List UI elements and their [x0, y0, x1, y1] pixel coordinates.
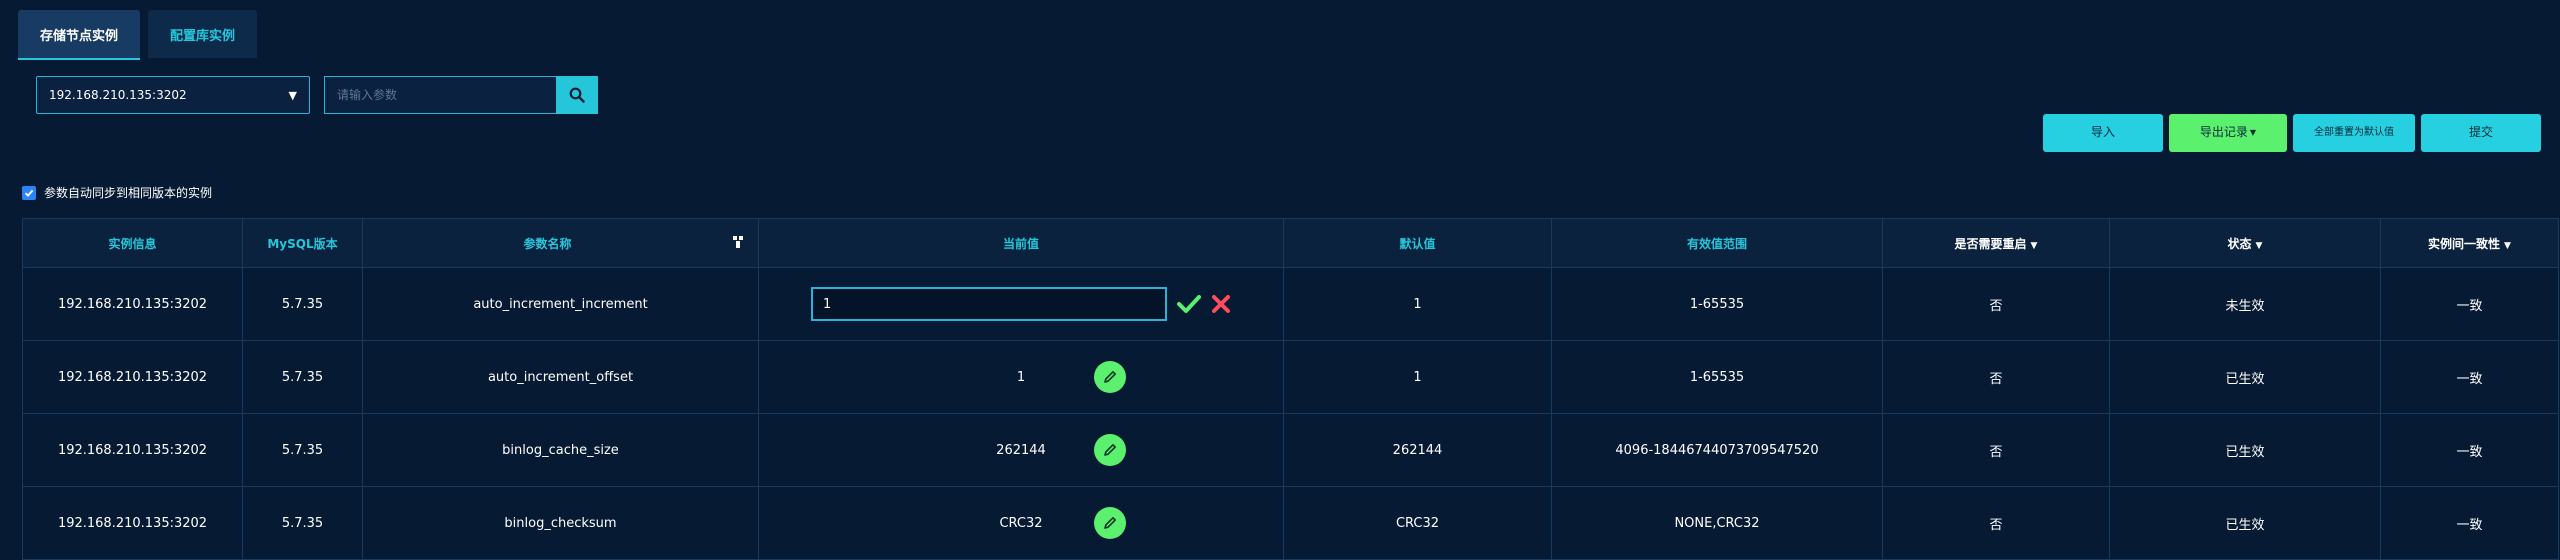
tab-config-db[interactable]: 配置库实例 — [148, 10, 258, 58]
search-button[interactable] — [556, 76, 598, 114]
cell-version: 5.7.35 — [242, 267, 363, 341]
checkbox-checked-icon — [24, 188, 34, 198]
tab-bar: 存储节点实例 配置库实例 — [18, 10, 258, 60]
cell-instance: 192.168.210.135:3202 — [22, 340, 243, 414]
caret-down-icon: ▼ — [2249, 128, 2257, 138]
reset-all-default-button[interactable]: 全部重置为默认值 — [2293, 114, 2415, 152]
col-consistency-label: 实例间一致性 — [2428, 236, 2501, 251]
cell-default-value: 1 — [1283, 267, 1552, 341]
table-row: 192.168.210.135:3202 5.7.35 auto_increme… — [22, 340, 2559, 414]
pencil-icon[interactable] — [1094, 361, 1126, 393]
cell-valid-range: 4096-18446744073709547520 — [1551, 413, 1883, 487]
cell-default-value: 262144 — [1283, 413, 1552, 487]
cell-consistency: 一致 — [2380, 413, 2559, 487]
caret-down-icon: ▼ — [2030, 240, 2038, 251]
export-records-button[interactable]: 导出记录 ▼ — [2169, 114, 2287, 152]
caret-down-icon: ▼ — [2504, 240, 2511, 251]
status-badge: 未生效 — [2109, 267, 2381, 341]
pencil-icon[interactable] — [1094, 434, 1126, 466]
sync-checkbox[interactable] — [22, 185, 36, 200]
tab-storage-nodes[interactable]: 存储节点实例 — [18, 10, 141, 60]
cell-restart: 否 — [1882, 486, 2110, 560]
col-consistency[interactable]: 实例间一致性 ▼ — [2380, 218, 2559, 268]
col-status-label: 状态 — [2227, 236, 2252, 251]
status-badge: 已生效 — [2109, 486, 2381, 560]
cell-current-value: 1 — [758, 340, 1284, 414]
caret-down-icon: ▼ — [288, 88, 297, 102]
caret-down-icon: ▼ — [2255, 240, 2263, 251]
filter-icon[interactable] — [732, 235, 744, 249]
cell-version: 5.7.35 — [242, 340, 363, 414]
col-restart-label: 是否需要重启 — [1954, 236, 2027, 251]
search-group — [324, 76, 598, 114]
cell-instance: 192.168.210.135:3202 — [22, 267, 243, 341]
cell-restart: 否 — [1882, 340, 2110, 414]
current-value: 262144 — [996, 442, 1046, 458]
check-icon[interactable] — [1177, 294, 1201, 314]
export-records-label: 导出记录 — [2199, 125, 2248, 140]
table-row: 192.168.210.135:3202 5.7.35 auto_increme… — [22, 267, 2559, 341]
table-header-row: 实例信息 MySQL版本 参数名称 当前值 默认值 有效值范围 是否需要重启▼ — [22, 218, 2559, 268]
status-badge: 已生效 — [2109, 340, 2381, 414]
table-row: 192.168.210.135:3202 5.7.35 binlog_cache… — [22, 413, 2559, 487]
col-param-name-label: 参数名称 — [523, 236, 572, 251]
cell-valid-range: 1-65535 — [1551, 267, 1883, 341]
cell-version: 5.7.35 — [242, 413, 363, 487]
col-status[interactable]: 状态 ▼ — [2109, 218, 2381, 268]
cell-default-value: 1 — [1283, 340, 1552, 414]
cell-restart: 否 — [1882, 413, 2110, 487]
col-param-name: 参数名称 — [362, 218, 759, 268]
search-input[interactable] — [324, 76, 556, 114]
col-default-value: 默认值 — [1283, 218, 1552, 268]
params-table: 实例信息 MySQL版本 参数名称 当前值 默认值 有效值范围 是否需要重启▼ — [22, 218, 2559, 560]
instance-select-value: 192.168.210.135:3202 — [49, 88, 187, 102]
cell-current-value — [758, 267, 1284, 341]
table-row: 192.168.210.135:3202 5.7.35 binlog_check… — [22, 486, 2559, 560]
import-button[interactable]: 导入 — [2043, 114, 2163, 152]
instance-select[interactable]: 192.168.210.135:3202 ▼ — [36, 76, 310, 114]
current-value: 1 — [1016, 369, 1026, 385]
current-value-input[interactable] — [811, 287, 1167, 321]
cell-param-name: auto_increment_offset — [362, 340, 759, 414]
col-current-value: 当前值 — [758, 218, 1284, 268]
col-mysql-version: MySQL版本 — [242, 218, 363, 268]
current-value: CRC32 — [999, 515, 1043, 531]
cell-current-value: CRC32 — [758, 486, 1284, 560]
cell-version: 5.7.35 — [242, 486, 363, 560]
col-valid-range: 有效值范围 — [1551, 218, 1883, 268]
col-instance: 实例信息 — [22, 218, 243, 268]
cell-consistency: 一致 — [2380, 486, 2559, 560]
cell-valid-range: NONE,CRC32 — [1551, 486, 1883, 560]
cell-param-name: binlog_cache_size — [362, 413, 759, 487]
cell-instance: 192.168.210.135:3202 — [22, 413, 243, 487]
cell-consistency: 一致 — [2380, 340, 2559, 414]
pencil-icon[interactable] — [1094, 507, 1126, 539]
cell-default-value: CRC32 — [1283, 486, 1552, 560]
submit-button[interactable]: 提交 — [2421, 114, 2541, 152]
cell-restart: 否 — [1882, 267, 2110, 341]
close-icon[interactable] — [1211, 294, 1231, 314]
filter-row: 192.168.210.135:3202 ▼ — [36, 76, 598, 114]
cell-valid-range: 1-65535 — [1551, 340, 1883, 414]
cell-instance: 192.168.210.135:3202 — [22, 486, 243, 560]
cell-param-name: binlog_checksum — [362, 486, 759, 560]
status-badge: 已生效 — [2109, 413, 2381, 487]
col-restart[interactable]: 是否需要重启 ▼ — [1882, 218, 2110, 268]
cell-current-value: 262144 — [758, 413, 1284, 487]
search-icon — [569, 87, 585, 103]
cell-param-name: auto_increment_increment — [362, 267, 759, 341]
action-buttons: 导入 导出记录 ▼ 全部重置为默认值 提交 — [2043, 114, 2541, 152]
sync-option: 参数自动同步到相同版本的实例 — [22, 184, 212, 201]
cell-consistency: 一致 — [2380, 267, 2559, 341]
sync-checkbox-label: 参数自动同步到相同版本的实例 — [44, 186, 213, 200]
